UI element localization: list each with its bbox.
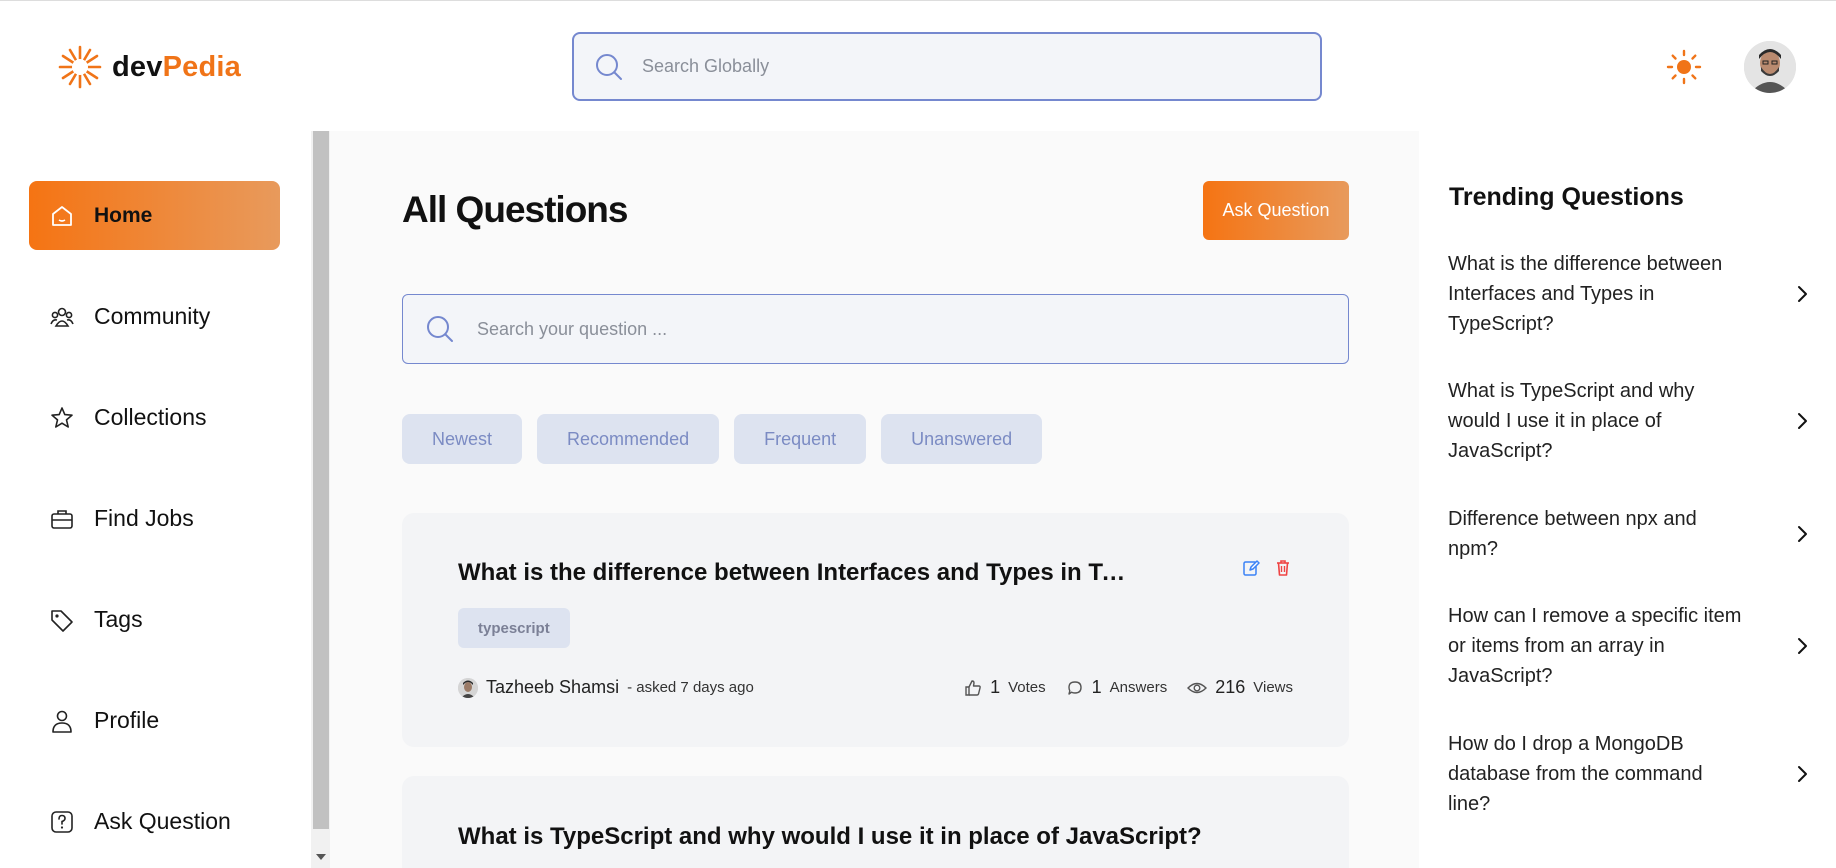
question-icon: [51, 811, 73, 833]
sidebar-item-label: Profile: [94, 707, 160, 733]
sidebar-item-collections[interactable]: Collections: [29, 383, 280, 452]
sidebar-item-label: Home: [94, 203, 153, 227]
views-count: 216: [1215, 677, 1246, 697]
asked-time: - asked 7 days ago: [627, 679, 754, 696]
sidebar-item-home[interactable]: Home: [29, 181, 280, 250]
delete-icon[interactable]: [1274, 559, 1292, 577]
filter-recommended[interactable]: Recommended: [537, 414, 720, 464]
main-content: All Questions Ask Question Newest Recomm…: [330, 131, 1419, 868]
trending-item[interactable]: What is the difference between Interface…: [1448, 249, 1818, 339]
trending-question[interactable]: How can I remove a specific item or item…: [1448, 601, 1748, 691]
question-search-input[interactable]: [477, 318, 1277, 340]
question-title[interactable]: What is the difference between Interface…: [458, 559, 1138, 587]
question-stats: 1 Votes 1 Answers 216 Views: [964, 677, 1293, 698]
votes-count: 1: [990, 677, 1001, 697]
question-card[interactable]: What is the difference between Interface…: [402, 513, 1349, 747]
trending-item[interactable]: How can I remove a specific item or item…: [1448, 601, 1818, 691]
scrollbar-thumb[interactable]: [313, 131, 329, 829]
trending-title: Trending Questions: [1449, 183, 1684, 211]
trending-question[interactable]: How do I drop a MongoDB database from th…: [1448, 729, 1748, 819]
brand-name-part1: dev: [112, 50, 163, 83]
briefcase-icon: [51, 510, 73, 529]
sidebar-item-tags[interactable]: Tags: [29, 585, 280, 654]
sidebar-item-ask-question[interactable]: Ask Question: [29, 787, 280, 856]
sidebar-item-label: Community: [94, 303, 211, 329]
trending-question[interactable]: Difference between npx and npm?: [1448, 504, 1748, 564]
sidebar-item-label: Collections: [94, 404, 207, 430]
avatar-image: [1744, 41, 1796, 93]
author-avatar[interactable]: [458, 677, 478, 698]
message-icon: [1067, 680, 1082, 695]
brand-name: devPedia: [112, 51, 241, 84]
question-title[interactable]: What is TypeScript and why would I use i…: [458, 823, 1318, 851]
sidebar-item-community[interactable]: Community: [29, 282, 280, 351]
star-icon: [51, 407, 73, 428]
question-card[interactable]: What is TypeScript and why would I use i…: [402, 776, 1349, 868]
votes-stat: 1 Votes: [964, 677, 1046, 698]
trending-question[interactable]: What is TypeScript and why would I use i…: [1448, 376, 1748, 466]
left-sidebar: Home Community Collections Find Jobs Tag…: [0, 131, 311, 868]
top-navbar: devPedia: [0, 0, 1836, 131]
search-icon: [596, 53, 622, 80]
votes-label: Votes: [1008, 679, 1046, 696]
eye-icon: [1187, 682, 1208, 693]
sidebar-item-label: Tags: [94, 606, 143, 632]
trending-item[interactable]: How do I drop a MongoDB database from th…: [1448, 729, 1818, 819]
question-search-bar[interactable]: [402, 294, 1349, 364]
global-search-bar[interactable]: [572, 32, 1322, 101]
chevron-right-icon[interactable]: [1796, 637, 1808, 655]
sidebar-item-profile[interactable]: Profile: [29, 686, 280, 755]
chevron-right-icon[interactable]: [1796, 765, 1808, 783]
right-sidebar: Trending Questions What is the differenc…: [1419, 131, 1836, 868]
brand-logo[interactable]: devPedia: [56, 43, 241, 91]
sidebar-item-find-jobs[interactable]: Find Jobs: [29, 484, 280, 553]
user-icon: [52, 710, 72, 733]
filter-unanswered[interactable]: Unanswered: [881, 414, 1043, 464]
edit-icon[interactable]: [1242, 559, 1260, 577]
global-search-input[interactable]: [642, 56, 1242, 77]
views-label: Views: [1253, 679, 1293, 696]
logo-icon: [58, 45, 102, 89]
search-icon: [427, 316, 453, 342]
question-tag[interactable]: typescript: [458, 608, 570, 648]
trending-item[interactable]: Difference between npx and npm?: [1448, 504, 1818, 564]
sun-icon[interactable]: [1666, 49, 1702, 85]
author-name[interactable]: Tazheeb Shamsi: [486, 677, 619, 698]
trending-question[interactable]: What is the difference between Interface…: [1448, 249, 1748, 339]
chevron-right-icon[interactable]: [1796, 412, 1808, 430]
user-avatar[interactable]: [1744, 41, 1796, 93]
page-title: All Questions: [402, 189, 628, 230]
filter-bar: Newest Recommended Frequent Unanswered: [402, 414, 1043, 464]
home-icon: [52, 206, 72, 226]
scroll-down-arrow-icon[interactable]: [316, 854, 326, 860]
sidebar-scrollbar[interactable]: [311, 131, 330, 868]
question-author-meta: Tazheeb Shamsi - asked 7 days ago: [458, 677, 754, 698]
filter-frequent[interactable]: Frequent: [734, 414, 867, 464]
answers-label: Answers: [1109, 679, 1168, 696]
filter-newest[interactable]: Newest: [402, 414, 523, 464]
chevron-right-icon[interactable]: [1796, 525, 1808, 543]
thumbs-up-icon: [965, 679, 981, 696]
users-icon: [50, 307, 74, 327]
brand-name-part2: Pedia: [162, 50, 241, 83]
tag-icon: [51, 610, 73, 632]
answers-stat: 1 Answers: [1066, 677, 1168, 698]
views-stat: 216 Views: [1187, 677, 1293, 698]
ask-question-button[interactable]: Ask Question: [1203, 181, 1349, 240]
question-actions: [1242, 559, 1292, 577]
trending-item[interactable]: What is TypeScript and why would I use i…: [1448, 376, 1818, 466]
chevron-right-icon[interactable]: [1796, 285, 1808, 303]
sidebar-item-label: Find Jobs: [94, 505, 194, 531]
sidebar-item-label: Ask Question: [94, 808, 231, 834]
answers-count: 1: [1091, 677, 1102, 697]
